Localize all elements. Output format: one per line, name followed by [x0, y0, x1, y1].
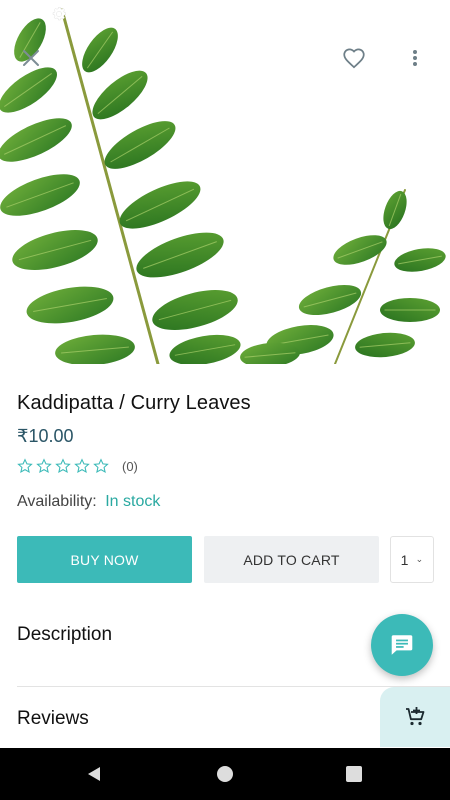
cart-button[interactable]: [380, 687, 450, 747]
settings-icon[interactable]: [50, 5, 68, 23]
reviews-section[interactable]: Reviews: [17, 708, 89, 730]
availability-label: Availability:: [17, 493, 97, 510]
chat-icon: [391, 635, 413, 655]
description-section[interactable]: Description: [17, 624, 112, 646]
star-icon: [55, 458, 71, 473]
star-icon: [36, 458, 52, 473]
star-icon: [17, 458, 33, 473]
star-row: [17, 458, 112, 474]
favorite-button[interactable]: [341, 45, 367, 71]
chat-button[interactable]: [371, 614, 433, 676]
product-title: Kaddipatta / Curry Leaves: [17, 392, 251, 414]
quantity-select[interactable]: 1 ⌄: [390, 536, 434, 583]
star-icon: [93, 458, 109, 473]
rating-count: (0): [122, 458, 138, 474]
divider: [17, 686, 450, 687]
home-circle-icon[interactable]: [217, 766, 233, 782]
more-options-button[interactable]: [404, 45, 426, 71]
add-shopping-cart-icon: [406, 707, 425, 726]
product-price: ₹10.00: [17, 426, 74, 446]
curry-leaves-illustration: [0, 8, 446, 364]
availability: Availability: In stock: [17, 493, 160, 511]
close-icon: [23, 50, 39, 66]
product-image: [0, 0, 450, 364]
heart-outline-icon: [343, 48, 365, 69]
close-button[interactable]: [18, 45, 44, 71]
add-to-cart-button[interactable]: ADD TO CART: [204, 536, 379, 583]
stock-status: In stock: [105, 493, 161, 510]
back-triangle-icon[interactable]: [86, 766, 102, 782]
buy-now-button[interactable]: BUY NOW: [17, 536, 192, 583]
system-nav-bar: [0, 748, 450, 800]
more-vertical-icon: [413, 50, 417, 66]
quantity-value: 1: [400, 551, 409, 568]
chevron-down-icon: ⌄: [415, 554, 424, 564]
rating-stars[interactable]: (0): [17, 458, 138, 474]
recent-square-icon[interactable]: [346, 766, 362, 782]
star-icon: [74, 458, 90, 473]
